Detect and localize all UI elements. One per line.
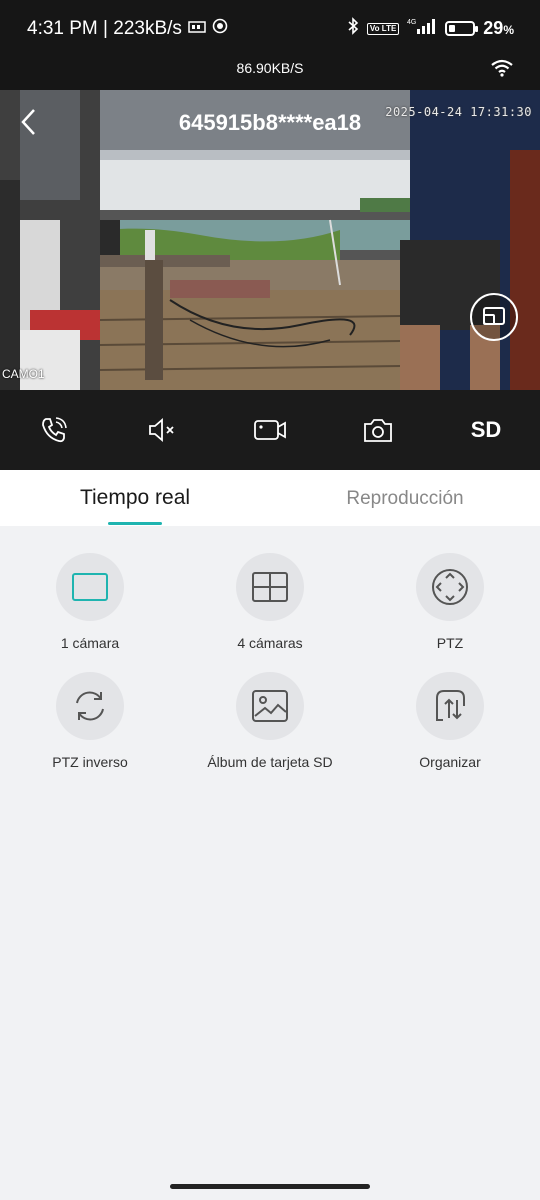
- status-right: Vo LTE 4G 29%: [347, 17, 514, 40]
- ptz-icon: [416, 553, 484, 621]
- home-indicator[interactable]: [170, 1184, 370, 1189]
- snapshot-button[interactable]: [358, 410, 398, 450]
- intercom-button[interactable]: [34, 410, 74, 450]
- battery-percent: 29%: [483, 18, 514, 38]
- speaker-muted-icon: [149, 418, 174, 442]
- mute-button[interactable]: [142, 410, 182, 450]
- picture-in-picture-button[interactable]: [470, 293, 518, 341]
- sd-quality-button[interactable]: SD: [466, 410, 506, 450]
- camera-icon: [364, 419, 392, 442]
- network-type: 4G: [407, 19, 416, 26]
- single-camera-label: 1 cámara: [60, 635, 120, 651]
- tab-reproduccion[interactable]: Reproducción: [270, 488, 540, 510]
- status-bar: 4:31 PM | 223kB/s Vo LTE 4G 29%: [0, 0, 540, 58]
- video-controls-bar: SD: [0, 390, 540, 470]
- channel-label: CAMO1: [2, 367, 45, 381]
- ptz-label: PTZ: [436, 635, 464, 651]
- status-time-speed: 4:31 PM | 223kB/s: [27, 18, 182, 39]
- signal-icon: 4G: [407, 17, 437, 40]
- status-left: 4:31 PM | 223kB/s: [27, 18, 228, 40]
- network-speed: 86.90KB/S: [236, 60, 304, 76]
- battery-icon: [445, 21, 479, 36]
- ptz-button[interactable]: PTZ: [360, 553, 540, 651]
- record-video-button[interactable]: [250, 410, 290, 450]
- video-timestamp: 2025-04-24 17:31:30: [385, 105, 532, 119]
- ptz-inverse-label: PTZ inverso: [52, 754, 128, 770]
- sd-album-button[interactable]: Álbum de tarjeta SD: [180, 672, 360, 770]
- bluetooth-data-icon: [188, 18, 206, 40]
- network-speed-bar: 86.90KB/S: [0, 58, 540, 90]
- album-icon: [236, 672, 304, 740]
- wifi-icon: [490, 58, 514, 83]
- organize-button[interactable]: Organizar: [360, 672, 540, 770]
- live-video-feed[interactable]: 645915b8****ea18 2025-04-24 17:31:30 CAM…: [0, 90, 540, 390]
- tab-tiempo-real[interactable]: Tiempo real: [0, 486, 270, 510]
- organize-label: Organizar: [419, 754, 481, 770]
- four-cameras-label: 4 cámaras: [237, 635, 303, 651]
- sort-icon: [416, 672, 484, 740]
- rotate-icon: [56, 672, 124, 740]
- ptz-inverse-button[interactable]: PTZ inverso: [0, 672, 180, 770]
- single-camera-button[interactable]: 1 cámara: [0, 553, 180, 651]
- record-icon: [212, 18, 228, 40]
- pip-icon: [483, 307, 505, 325]
- active-tab-indicator: [108, 522, 162, 525]
- view-tabs: Tiempo real Reproducción: [0, 470, 540, 526]
- single-view-icon: [56, 553, 124, 621]
- sd-album-label: Álbum de tarjeta SD: [207, 754, 333, 770]
- phone-call-icon: [42, 417, 67, 443]
- four-cameras-button[interactable]: 4 cámaras: [180, 553, 360, 651]
- quad-view-icon: [236, 553, 304, 621]
- battery-level: [449, 25, 456, 32]
- video-camera-icon: [254, 420, 286, 440]
- volte-badge: Vo LTE: [366, 22, 400, 35]
- bluetooth-icon: [347, 17, 359, 40]
